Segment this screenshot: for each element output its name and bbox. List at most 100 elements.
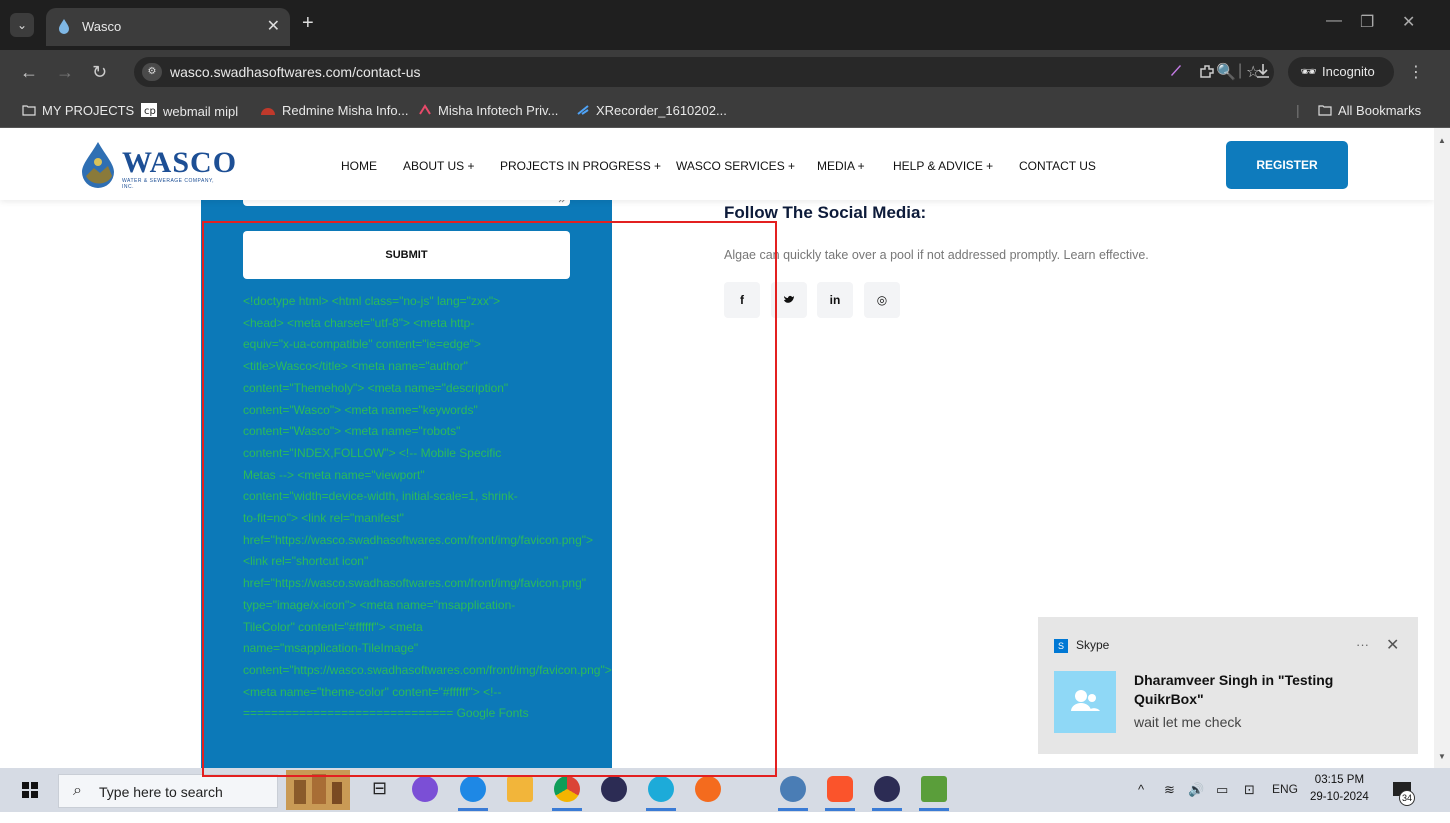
windows-start-icon[interactable] [22, 782, 38, 798]
logo-subtitle: WATER & SEWERAGE COMPANY, INC. [122, 178, 215, 190]
task-view-icon[interactable]: ⊟ [372, 778, 387, 799]
page-scrollbar[interactable]: ▲ ▼ [1434, 128, 1450, 768]
eclipse-2-icon[interactable] [874, 776, 900, 802]
toolbar-divider: | [1238, 62, 1243, 79]
zoom-icon[interactable]: 🔍 [1216, 62, 1236, 82]
scroll-up-icon[interactable]: ▲ [1438, 136, 1446, 145]
active-app-indicator [825, 808, 855, 811]
omnibox[interactable]: ⚙ wasco.swadhasoftwares.com/contact-us [134, 57, 1274, 87]
incognito-badge[interactable]: 🕶 Incognito [1288, 57, 1394, 87]
download-icon[interactable] [1254, 62, 1272, 80]
all-bookmarks[interactable]: All Bookmarks [1318, 103, 1421, 118]
nav-help-advice[interactable]: HELP & ADVICE + [893, 159, 993, 173]
nav-wasco-services[interactable]: WASCO SERVICES + [676, 159, 795, 173]
forward-icon[interactable]: → [56, 62, 74, 83]
firefox-icon[interactable] [695, 776, 721, 802]
toast-app-name: Skype [1076, 638, 1110, 652]
logo-name: WASCO [122, 146, 238, 179]
active-app-indicator [778, 808, 808, 811]
nav-contact-us[interactable]: CONTACT US [1019, 159, 1096, 173]
skype-notification[interactable]: S Skype ··· ✕ Dharamveer Singh in "Testi… [1038, 617, 1418, 754]
chart-app-icon[interactable] [921, 776, 947, 802]
water-drop-logo-icon [82, 142, 114, 188]
group-users-icon [1071, 690, 1100, 711]
active-app-indicator [872, 808, 902, 811]
more-options-icon[interactable]: ··· [1356, 637, 1369, 652]
bookmark-webmail[interactable]: cp webmail mipl [141, 103, 238, 119]
linkedin-icon[interactable]: in [817, 282, 853, 318]
back-icon[interactable]: ← [20, 62, 38, 83]
active-app-indicator [919, 808, 949, 811]
eclipse-icon[interactable] [601, 776, 627, 802]
incognito-label: Incognito [1322, 64, 1375, 79]
highlight-annotation-box [202, 221, 777, 777]
xrecorder-icon [577, 105, 589, 115]
minimize-icon[interactable]: — [1326, 12, 1342, 30]
restore-icon[interactable]: ❐ [1360, 12, 1374, 32]
language-indicator[interactable]: ENG [1272, 782, 1298, 796]
browser-tab-bar: ⌄ Wasco ✕ + — ❐ ✕ [0, 0, 1450, 50]
clock-time: 03:15 PM [1314, 774, 1365, 786]
tab-title: Wasco [82, 19, 122, 34]
search-placeholder: Type here to search [99, 784, 223, 800]
social-description: Algae can quickly take over a pool if no… [724, 248, 1149, 262]
site-header: WASCO WATER & SEWERAGE COMPANY, INC. HOM… [0, 128, 1434, 200]
notification-count-badge: 34 [1399, 790, 1415, 806]
toast-message: wait let me check [1134, 714, 1242, 730]
chrome-profile-icon[interactable] [780, 776, 806, 802]
wasco-favicon-icon [59, 19, 69, 34]
register-button[interactable]: REGISTER [1226, 141, 1348, 189]
copilot-icon[interactable] [412, 776, 438, 802]
site-info-icon[interactable]: ⚙ [142, 63, 162, 81]
close-window-icon[interactable]: ✕ [1402, 12, 1415, 32]
bookmark-redmine[interactable]: Redmine Misha Info... [260, 103, 408, 118]
social-heading: Follow The Social Media: [724, 203, 927, 222]
tab-search-button[interactable]: ⌄ [10, 13, 34, 37]
webmail-icon: cp [141, 103, 157, 117]
skype-taskbar-icon[interactable] [460, 776, 486, 802]
nav-home[interactable]: HOME [341, 159, 377, 173]
taskbar-search[interactable]: ⌕ Type here to search [58, 774, 278, 808]
twitter-bird-icon [784, 295, 794, 303]
volume-icon[interactable]: 🔊 [1188, 782, 1204, 798]
reload-icon[interactable]: ↻ [92, 62, 107, 83]
folder-icon [22, 105, 36, 116]
clock-date: 29-10-2024 [1310, 791, 1369, 803]
redmine-icon [261, 108, 275, 115]
new-tab-button[interactable]: + [302, 12, 314, 35]
group-avatar [1054, 671, 1116, 733]
nav-media[interactable]: MEDIA + [817, 159, 865, 173]
incognito-icon: 🕶 [1300, 64, 1317, 79]
pen-extension-icon[interactable] [1168, 62, 1184, 78]
edge-icon[interactable] [648, 776, 674, 802]
nav-about-us[interactable]: ABOUT US + [403, 159, 474, 173]
active-app-indicator [646, 808, 676, 811]
misha-icon [419, 104, 431, 115]
close-icon[interactable]: ✕ [1386, 635, 1399, 655]
file-explorer-icon[interactable] [507, 776, 533, 802]
bookmark-xrecorder[interactable]: XRecorder_1610202... [576, 103, 727, 118]
menu-kebab-icon[interactable]: ⋮ [1408, 62, 1424, 82]
scroll-down-icon[interactable]: ▼ [1438, 752, 1446, 761]
instagram-icon[interactable]: ◎ [864, 282, 900, 318]
active-app-indicator [552, 808, 582, 811]
wifi-icon[interactable]: ≋ [1164, 782, 1175, 798]
nav-projects-in-progress[interactable]: PROJECTS IN PROGRESS + [500, 159, 661, 173]
toast-sender: Dharamveer Singh in "Testing QuikrBox" [1134, 672, 1334, 707]
browser-tab-active[interactable]: Wasco ✕ [46, 8, 290, 46]
tab-close-icon[interactable]: ✕ [267, 16, 280, 36]
chevron-up-icon[interactable]: ^ [1138, 782, 1144, 797]
system-clock[interactable]: 03:15 PM 29-10-2024 [1310, 772, 1369, 806]
bookmark-my-projects[interactable]: MY PROJECTS [22, 103, 134, 118]
battery-icon[interactable]: ▭ [1216, 782, 1228, 798]
brave-icon[interactable] [827, 776, 853, 802]
extensions-icon[interactable] [1198, 62, 1216, 80]
ime-icon[interactable]: ⊡ [1244, 782, 1255, 798]
folder-icon [1318, 105, 1332, 116]
wasco-logo[interactable]: WASCO WATER & SEWERAGE COMPANY, INC. [74, 140, 236, 190]
bookmark-misha-infotech[interactable]: Misha Infotech Priv... [418, 103, 558, 118]
url-text[interactable]: wasco.swadhasoftwares.com/contact-us [170, 64, 421, 80]
bookmarks-divider: | [1296, 102, 1300, 118]
active-app-indicator [458, 808, 488, 811]
chrome-icon[interactable] [554, 776, 580, 802]
